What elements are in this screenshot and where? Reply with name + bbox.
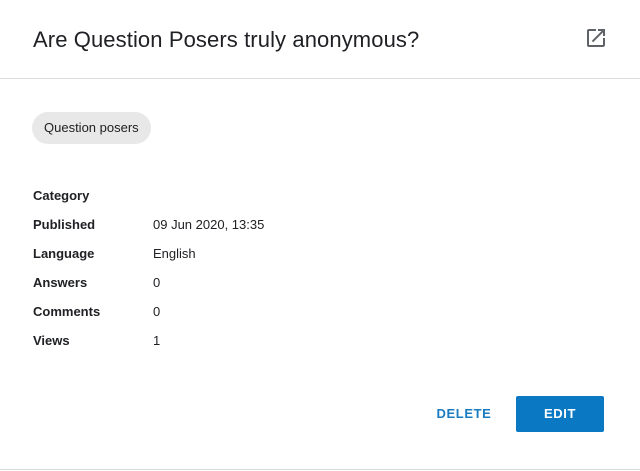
- detail-key: Answers: [33, 275, 88, 290]
- question-dialog: Are Question Posers truly anonymous? Que…: [0, 0, 640, 471]
- detail-value: 0: [153, 304, 161, 319]
- edit-button[interactable]: EDIT: [516, 396, 604, 432]
- detail-key: Comments: [33, 304, 101, 319]
- detail-key: Views: [33, 333, 70, 348]
- dialog-header: Are Question Posers truly anonymous?: [0, 0, 640, 79]
- detail-row-category: Category: [33, 181, 593, 210]
- dialog-title: Are Question Posers truly anonymous?: [33, 27, 420, 52]
- tag-chip[interactable]: Question posers: [32, 112, 151, 144]
- detail-row-language: Language English: [33, 239, 593, 268]
- detail-value: 1: [153, 333, 161, 348]
- open-in-new-icon: [587, 29, 605, 47]
- detail-row-answers: Answers 0: [33, 268, 593, 297]
- detail-key: Language: [33, 246, 95, 261]
- detail-key: Published: [33, 217, 96, 232]
- detail-value: 0: [153, 275, 161, 290]
- bottom-divider: [0, 469, 640, 470]
- detail-row-comments: Comments 0: [33, 297, 593, 326]
- detail-row-views: Views 1: [33, 326, 593, 355]
- detail-key: Category: [33, 188, 90, 203]
- open-in-new-button[interactable]: [584, 26, 608, 50]
- details-list: Category Published 09 Jun 2020, 13:35 La…: [33, 181, 593, 355]
- detail-value: 09 Jun 2020, 13:35: [153, 217, 265, 232]
- detail-row-published: Published 09 Jun 2020, 13:35: [33, 210, 593, 239]
- delete-button[interactable]: DELETE: [428, 396, 500, 432]
- detail-value: English: [153, 246, 196, 261]
